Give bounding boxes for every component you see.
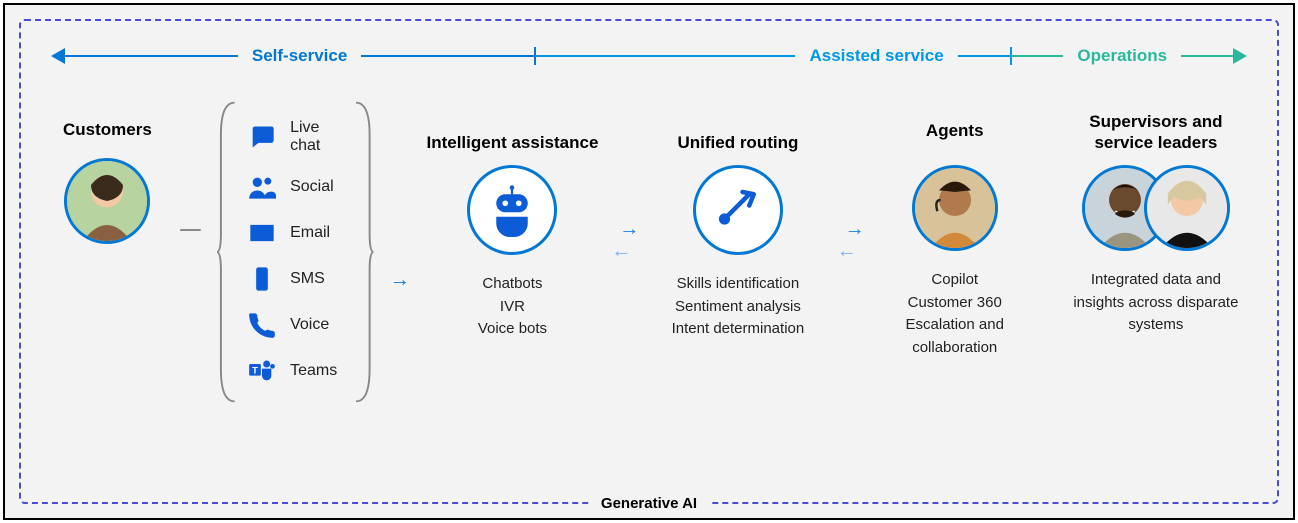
track-line: [1012, 55, 1064, 57]
channel-label: Teams: [290, 362, 337, 380]
chat-icon: [248, 123, 276, 151]
channel-social: Social: [248, 173, 342, 201]
desc-line: Customer 360: [877, 292, 1033, 315]
bidirectional-arrows: → ←: [841, 219, 861, 261]
sms-icon: [248, 265, 276, 293]
track-line: [958, 55, 1010, 57]
channel-label: Social: [290, 178, 334, 196]
routing-circle: [693, 165, 783, 255]
track-line: [361, 55, 534, 57]
arrow-right-icon: →: [619, 219, 639, 239]
desc-line: Intent determination: [672, 318, 805, 341]
generative-ai-label: Generative AI: [589, 495, 709, 512]
bracket-left-icon: [217, 99, 237, 405]
person-icon: [915, 168, 995, 248]
agents-title: Agents: [926, 109, 984, 153]
bot-circle: [467, 165, 557, 255]
agent-avatar: [912, 165, 998, 251]
category-operations: Operations: [1063, 46, 1181, 66]
supervisor-avatars: [1082, 165, 1230, 251]
generative-ai-container: Self-service Assisted service Operations…: [19, 19, 1279, 504]
arrow-right-icon: [1233, 48, 1247, 64]
arrow-left-icon: ←: [837, 241, 857, 261]
channel-label: Live chat: [290, 119, 342, 155]
routing-icon: [711, 183, 765, 237]
supervisors-title: Supervisors and service leaders: [1065, 109, 1247, 153]
arrow-right-icon: →: [390, 269, 410, 292]
bracket-right-icon: [354, 99, 374, 405]
channel-sms: SMS: [248, 265, 342, 293]
category-assisted-service: Assisted service: [795, 46, 957, 66]
desc-line: Sentiment analysis: [672, 296, 805, 319]
intelligent-assistance-column: Intelligent assistance Chatbots IVR Voic…: [426, 109, 599, 341]
customers-column: Customers: [51, 119, 164, 244]
channel-label: SMS: [290, 270, 325, 288]
track-line: [1181, 55, 1233, 57]
track-line: [536, 55, 795, 57]
svg-text:T: T: [252, 365, 258, 375]
desc-line: Copilot: [877, 269, 1033, 292]
arrow-left-icon: [51, 48, 65, 64]
person-icon: [1147, 168, 1227, 248]
intelligent-desc: Chatbots IVR Voice bots: [478, 273, 547, 341]
intelligent-title: Intelligent assistance: [426, 109, 598, 153]
channel-teams: T Teams: [248, 357, 342, 385]
supervisors-column: Supervisors and service leaders: [1065, 109, 1247, 337]
channel-label: Email: [290, 224, 330, 242]
content-row: Customers: [51, 109, 1247, 405]
voice-icon: [248, 311, 276, 339]
channel-list: Live chat Social Email SMS: [236, 99, 354, 405]
arrow-left-icon: ←: [611, 241, 631, 261]
channel-email: Email: [248, 219, 342, 247]
teams-icon: T: [248, 357, 276, 385]
desc-line: IVR: [478, 296, 547, 319]
channels-group: Live chat Social Email SMS: [217, 99, 374, 405]
supervisors-desc: Integrated data and insights across disp…: [1065, 269, 1247, 337]
track-line: [65, 55, 238, 57]
channel-voice: Voice: [248, 311, 342, 339]
desc-line: Skills identification: [672, 273, 805, 296]
bot-icon: [485, 183, 539, 237]
desc-line: Voice bots: [478, 318, 547, 341]
channel-live-chat: Live chat: [248, 119, 342, 155]
connector-line: [180, 229, 201, 231]
bidirectional-arrows: → ←: [615, 219, 635, 261]
email-icon: [248, 219, 276, 247]
customers-title: Customers: [63, 119, 152, 140]
category-track: Self-service Assisted service Operations: [51, 41, 1247, 71]
routing-title: Unified routing: [677, 109, 798, 153]
outer-frame: Self-service Assisted service Operations…: [3, 3, 1295, 520]
desc-line: Chatbots: [478, 273, 547, 296]
routing-desc: Skills identification Sentiment analysis…: [672, 273, 805, 341]
desc-line: Escalation and collaboration: [877, 314, 1033, 359]
category-self-service: Self-service: [238, 46, 361, 66]
channel-label: Voice: [290, 316, 329, 334]
person-icon: [67, 161, 147, 241]
customer-avatar: [64, 158, 150, 244]
supervisor-avatar: [1144, 165, 1230, 251]
arrow-right-icon: →: [845, 219, 865, 239]
desc-line: Integrated data and insights across disp…: [1065, 269, 1247, 337]
unified-routing-column: Unified routing Skills identification Se…: [651, 109, 824, 341]
social-icon: [248, 173, 276, 201]
agents-column: Agents Copilot Customer 360 Escalation a…: [877, 109, 1033, 359]
agents-desc: Copilot Customer 360 Escalation and coll…: [877, 269, 1033, 359]
